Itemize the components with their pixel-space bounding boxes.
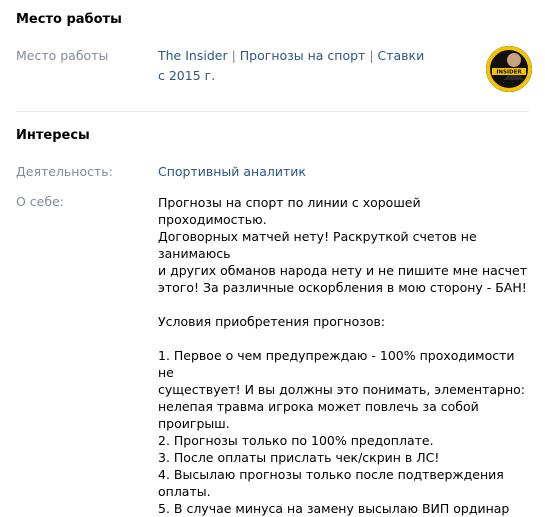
about-line: 2. Прогнозы только по 100% предоплате. (158, 433, 434, 448)
work-separator-2: | (365, 48, 378, 63)
work-label: Место работы (16, 48, 109, 63)
about-text: Прогнозы на спорт по линии с хорошей про… (158, 194, 528, 517)
about-paragraph-3: 1. Первое о чем предупреждаю - 100% прох… (158, 347, 528, 517)
about-line: 5. В случае минуса на замену высылаю ВИП… (158, 501, 510, 516)
about-line: 1. Первое о чем предупреждаю - 100% прох… (158, 348, 515, 380)
organization-avatar[interactable]: INSIDER (486, 46, 532, 92)
work-separator-1: | (227, 48, 240, 63)
section-title-work: Место работы (16, 12, 122, 27)
work-since-link[interactable]: с 2015 г. (158, 68, 215, 83)
about-line: Условия приобретения прогнозов: (158, 314, 386, 329)
section-divider (16, 111, 529, 112)
about-line: оплаты. (158, 484, 211, 499)
activity-value-link[interactable]: Спортивный аналитик (158, 164, 306, 179)
activity-label: Деятельность: (16, 164, 113, 179)
work-organization: The Insider | Прогнозы на спорт | Ставки (158, 48, 424, 63)
about-line: и других обманов народа нету и не пишите… (158, 263, 528, 278)
organization-logo: INSIDER (486, 46, 532, 92)
about-paragraph-1: Прогнозы на спорт по линии с хорошей про… (158, 194, 528, 296)
avatar-logo-text: INSIDER (496, 70, 522, 76)
about-line: нелепая травма игрока может повлечь за с… (158, 399, 479, 431)
about-line: существует! И вы должны это понимать, эл… (158, 382, 526, 397)
work-link-insider[interactable]: The Insider (158, 48, 228, 63)
about-line: Договорных матчей нету! Раскруткой счето… (158, 229, 477, 261)
about-line: 3. После оплаты прислать чек/скрин в ЛС! (158, 450, 440, 465)
work-link-forecasts[interactable]: Прогнозы на спорт (240, 48, 366, 63)
about-line: этого! За различные оскорбления в мою ст… (158, 280, 527, 295)
section-title-interests: Интересы (16, 128, 90, 143)
about-line: Прогнозы на спорт по линии с хорошей про… (158, 195, 421, 227)
work-link-bets[interactable]: Ставки (378, 48, 425, 63)
about-label: О себе: (16, 194, 64, 209)
about-line: 4. Высылаю прогнозы только после подтвер… (158, 467, 504, 482)
about-paragraph-2: Условия приобретения прогнозов: (158, 313, 528, 330)
